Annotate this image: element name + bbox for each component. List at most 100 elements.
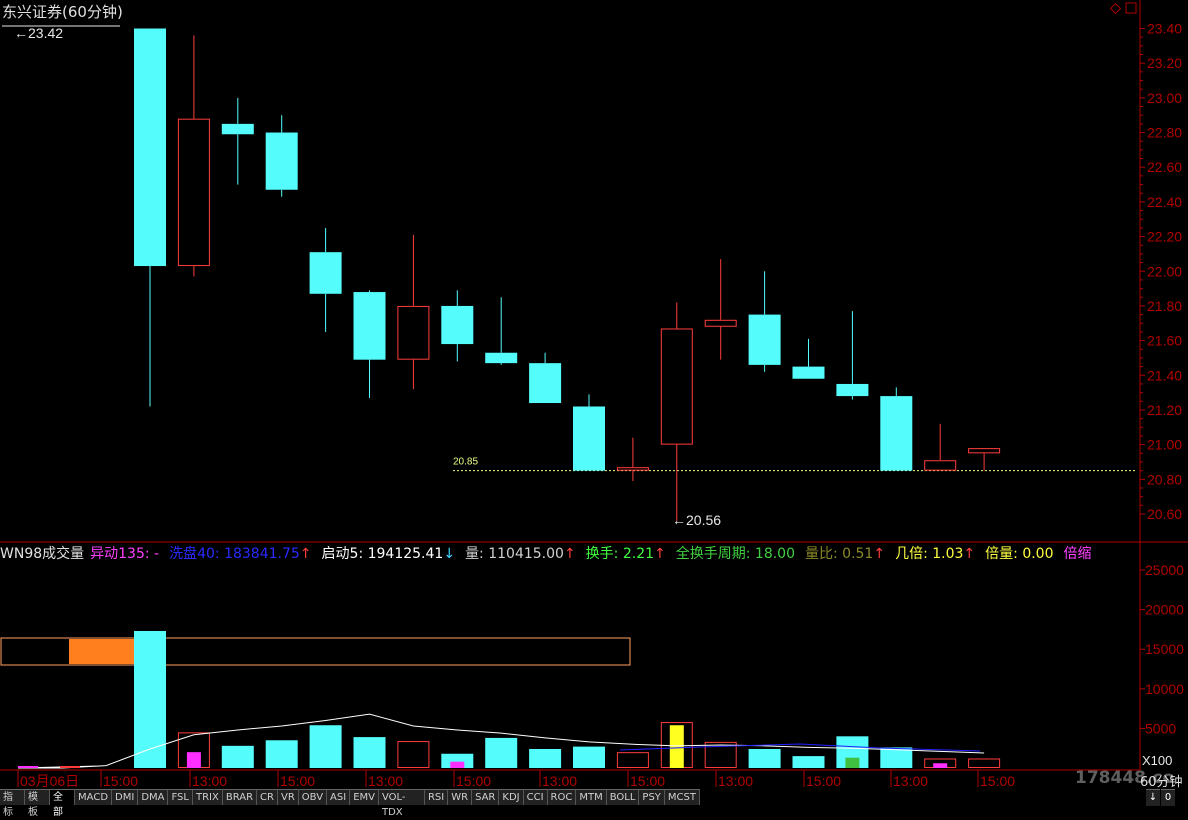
tab-brar[interactable]: BRAR: [222, 789, 258, 805]
stock-title: 东兴证券(60分钟): [2, 3, 123, 21]
time-tick-label: 15:00: [630, 773, 665, 789]
candle: [792, 338, 825, 379]
indicator-item: 几倍: 1.03: [895, 546, 964, 562]
candle-body: [441, 305, 474, 345]
tab-obv[interactable]: OBV: [298, 789, 328, 805]
price-tick-label: 22.80: [1147, 125, 1182, 141]
time-tick-label: 13:00: [893, 773, 928, 789]
candle: [968, 448, 1001, 471]
candle-body: [177, 118, 210, 267]
tab-macd[interactable]: MACD: [75, 789, 113, 805]
indicator-item: 倍缩: [1063, 546, 1092, 562]
up-arrow-icon: ↑: [963, 546, 976, 562]
candle-body: [660, 328, 693, 445]
up-arrow-icon: ↑: [873, 546, 886, 562]
tab-sar[interactable]: SAR: [472, 789, 500, 805]
time-tick-label: 15:00: [980, 773, 1015, 789]
candle: [704, 259, 737, 360]
candle: [177, 35, 210, 277]
indicator-item: 倍量: 0.00: [985, 546, 1054, 562]
volume-bar: [265, 740, 298, 768]
time-tick-label: 15:00: [456, 773, 491, 789]
tab-asi[interactable]: ASI: [327, 789, 351, 805]
tab-mcst[interactable]: MCST: [664, 789, 700, 805]
candle: [616, 437, 649, 482]
tab-全部[interactable]: 全部: [50, 789, 76, 818]
tab-指标[interactable]: 指标: [0, 789, 26, 818]
candle: [573, 394, 605, 471]
tab-vr[interactable]: VR: [277, 789, 299, 805]
price-tick-label: 21.80: [1147, 298, 1182, 314]
price-tick-label: 21.20: [1147, 402, 1182, 418]
time-tick-label: 03月06日: [20, 773, 79, 789]
scroll-down-button[interactable]: ↓: [1146, 789, 1160, 806]
cycle-label[interactable]: 60分钟: [1140, 771, 1183, 790]
volume-bar: [353, 737, 386, 768]
candle: [748, 271, 781, 372]
kline-chart[interactable]: 23.40 23.20 23.00 22.80 22.60 22.40 22.20 22.00…: [0, 0, 1188, 805]
candle-body: [924, 460, 957, 471]
candle: [134, 28, 166, 407]
tab-cr[interactable]: CR: [257, 789, 278, 805]
indicator-tabs: 指标 模板 全部 MACD DMI DMA FSL TRIX BRAR CR VR OBV ASI EMV…: [0, 789, 700, 818]
volume-signal-bar: [669, 725, 684, 768]
tab-roc[interactable]: ROC: [547, 789, 577, 805]
candle: [485, 297, 518, 365]
tab-boll[interactable]: BOLL: [606, 789, 640, 805]
volume-tick-label: 5000: [1145, 720, 1176, 736]
volume-bar: [616, 752, 649, 768]
candle-body: [221, 123, 254, 135]
candle-body: [309, 252, 342, 294]
up-arrow-icon: ↑: [654, 546, 666, 562]
high-price-label: ←23.42: [14, 25, 63, 41]
indicator-name[interactable]: WN98成交量: [0, 546, 84, 562]
tab-模板[interactable]: 模板: [25, 789, 51, 818]
tab-psy[interactable]: PSY: [639, 789, 665, 805]
volume-bar: [134, 630, 166, 768]
price-tick-label: 23.00: [1147, 90, 1182, 106]
tab-emv[interactable]: EMV: [350, 789, 379, 805]
time-tick-label: 13:00: [368, 773, 403, 789]
candle-body: [134, 28, 166, 267]
volume-bar: [221, 745, 254, 768]
zero-button[interactable]: 0: [1161, 789, 1175, 806]
candle-body: [836, 383, 869, 397]
tab-dmi[interactable]: DMI: [112, 789, 139, 805]
volume-unit-label: X100: [1142, 753, 1172, 768]
tab-trix[interactable]: TRIX: [192, 789, 223, 805]
down-arrow-icon: ↓: [443, 546, 456, 562]
tab-mtm[interactable]: MTM: [576, 789, 607, 805]
volume-bar: [968, 758, 1001, 768]
candle-body: [265, 132, 298, 190]
price-tick-label: 22.40: [1147, 194, 1182, 210]
tab-kdj[interactable]: KDJ: [499, 789, 524, 805]
volume-mini-bar: [60, 766, 80, 768]
tab-rsi[interactable]: RSI: [424, 789, 449, 805]
volume-signal-bar: [933, 763, 948, 768]
tab-vol-tdx[interactable]: VOL-TDX: [378, 789, 425, 818]
candle: [397, 234, 430, 390]
candle: [265, 115, 298, 197]
candle-body: [968, 448, 1001, 454]
price-tick-label: 21.00: [1147, 437, 1182, 453]
tab-fsl[interactable]: FSL: [168, 789, 193, 805]
candle: [353, 290, 386, 398]
volume-mini-bar: [18, 766, 38, 768]
indicator-item: 全换手周期: 18.00: [675, 546, 795, 562]
up-arrow-icon: ↑: [299, 546, 312, 562]
price-tick-label: 21.40: [1147, 367, 1182, 383]
volume-signal-bar: [186, 752, 201, 768]
volume-bar: [529, 748, 562, 768]
indicator-item: 量: 110415.00: [465, 546, 564, 562]
tab-wr[interactable]: WR: [448, 789, 473, 805]
time-tick-label: 13:00: [542, 773, 577, 789]
tab-dma[interactable]: DMA: [138, 789, 169, 805]
indicator-item: 换手: 2.21: [585, 546, 655, 562]
volume-tick-label: 10000: [1145, 681, 1184, 697]
tab-cci[interactable]: CCI: [523, 789, 548, 805]
candle-body: [397, 305, 430, 360]
volume-signal-bar: [450, 761, 465, 768]
price-tick-label: 21.60: [1147, 333, 1182, 349]
reference-line-label: 20.85: [453, 457, 478, 468]
candle: [836, 311, 869, 400]
